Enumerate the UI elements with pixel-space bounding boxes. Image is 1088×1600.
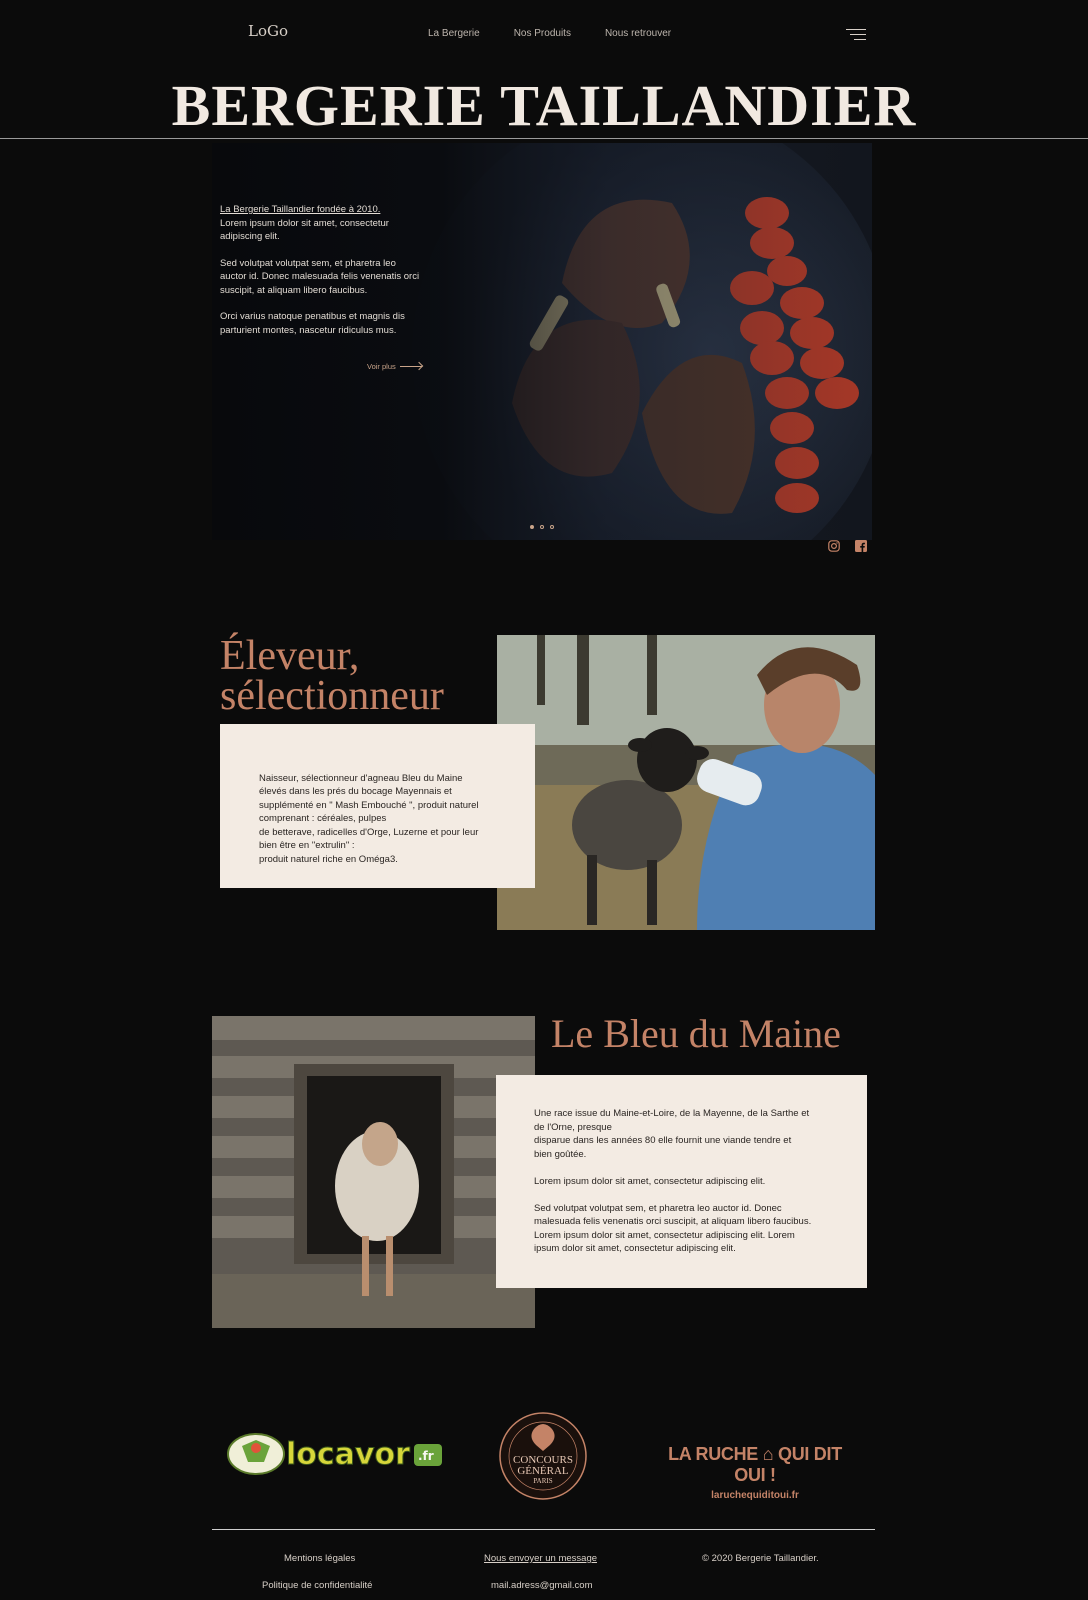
top-navigation: LoGo La Bergerie Nos Produits Nous retro… xyxy=(0,0,1088,70)
hamburger-icon[interactable] xyxy=(846,29,866,41)
eleveur-card: Naisseur, sélectionneur d'agneau Bleu du… xyxy=(220,724,535,888)
bleu-card: Une race issue du Maine-et-Loire, de la … xyxy=(496,1075,867,1288)
see-more-link[interactable]: Voir plus xyxy=(367,362,422,371)
hero-text: La Bergerie Taillandier fondée à 2010. L… xyxy=(220,203,420,350)
legal-link[interactable]: Mentions légales xyxy=(284,1553,355,1564)
send-message-link[interactable]: Nous envoyer un message xyxy=(484,1553,597,1564)
slider-dot[interactable] xyxy=(540,525,544,529)
email-address[interactable]: mail.adress@gmail.com xyxy=(491,1580,593,1591)
house-icon: ⌂ xyxy=(762,1444,774,1464)
ruche-text: LA RUCHE ⌂ QUI DIT OUI ! laruchequiditou… xyxy=(660,1444,850,1501)
see-more-label: Voir plus xyxy=(367,362,396,371)
heading-line: Éleveur, xyxy=(220,633,360,679)
nav-item-la-bergerie[interactable]: La Bergerie xyxy=(428,28,480,39)
ruche-left: LA RUCHE xyxy=(668,1444,759,1464)
la-ruche-logo[interactable]: LA RUCHE ⌂ QUI DIT OUI ! laruchequiditou… xyxy=(660,1444,850,1501)
nav-links: La Bergerie Nos Produits Nous retrouver xyxy=(428,28,671,39)
hero-paragraph: Orci varius natoque penatibus et magnis … xyxy=(220,311,405,336)
sheep-photo xyxy=(212,1016,535,1328)
locavor-name: locavor xyxy=(286,1437,410,1472)
instagram-icon[interactable] xyxy=(828,540,840,552)
bleu-paragraph: Sed volutpat volutpat sem, et pharetra l… xyxy=(534,1202,812,1255)
hero-intro[interactable]: La Bergerie Taillandier fondée à 2010. xyxy=(220,204,380,215)
heading-line: sélectionneur xyxy=(220,673,444,719)
concours-city: PARIS xyxy=(533,1477,552,1485)
nav-item-nos-produits[interactable]: Nos Produits xyxy=(514,28,571,39)
shepherd-lamb-photo xyxy=(497,635,875,930)
nav-item-nous-retrouver[interactable]: Nous retrouver xyxy=(605,28,671,39)
concours-main: GÉNÉRAL xyxy=(517,1465,569,1477)
slider-dots xyxy=(530,525,554,529)
ruche-url: laruchequiditoui.fr xyxy=(711,1490,799,1501)
eleveur-text: Naisseur, sélectionneur d'agneau Bleu du… xyxy=(259,772,479,865)
bleu-paragraph: Lorem ipsum dolor sit amet, consectetur … xyxy=(534,1175,766,1187)
slider-dot[interactable] xyxy=(530,525,534,529)
bleu-paragraph: Une race issue du Maine-et-Loire, de la … xyxy=(534,1108,810,1160)
concours-general-logo[interactable]: CONCOURS GÉNÉRAL PARIS xyxy=(498,1411,588,1501)
bleu-heading: Le Bleu du Maine xyxy=(551,1011,841,1056)
logo[interactable]: LoGo xyxy=(248,22,288,40)
eleveur-heading: Éleveur, sélectionneur xyxy=(220,633,444,719)
locavor-logo[interactable]: locavor .fr xyxy=(224,1430,446,1478)
hero-line: Lorem ipsum dolor sit amet, consectetur … xyxy=(220,217,389,243)
copyright: © 2020 Bergerie Taillandier. xyxy=(702,1553,819,1564)
title-divider xyxy=(0,138,1088,139)
page-title: BERGERIE TAILLANDIER xyxy=(171,73,917,138)
facebook-icon[interactable] xyxy=(855,540,867,552)
arrow-right-icon xyxy=(399,366,422,367)
slider-dot[interactable] xyxy=(550,525,554,529)
footer-divider xyxy=(212,1529,875,1530)
privacy-link[interactable]: Politique de confidentialité xyxy=(262,1580,372,1591)
hero-paragraph: Sed volutpat volutpat sem, et pharetra l… xyxy=(220,257,420,296)
hero-slider: La Bergerie Taillandier fondée à 2010. L… xyxy=(212,143,872,540)
locavor-tld: .fr xyxy=(418,1449,434,1463)
